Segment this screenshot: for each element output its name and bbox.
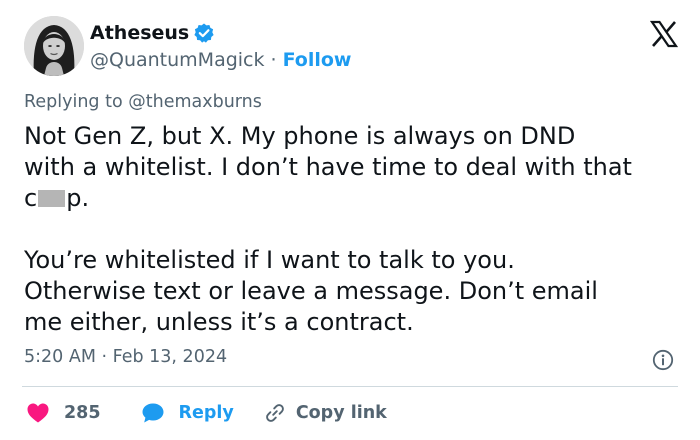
- tweet-line: me either, unless it’s a contract.: [24, 308, 414, 336]
- tweet-line: Otherwise text or leave a message. Don’t…: [24, 277, 598, 305]
- tweet-text: Not Gen Z, but X. My phone is always on …: [24, 121, 684, 338]
- censored-word-block: [38, 190, 66, 207]
- avatar-image: [24, 16, 84, 76]
- author-name-row: Atheseus: [90, 20, 215, 46]
- tweet-line: with a whitelist. I don’t have time to d…: [24, 153, 632, 181]
- tweet-line-start: c: [24, 184, 38, 212]
- like-count: 285: [64, 403, 101, 423]
- heart-icon: [26, 402, 50, 424]
- reply-context-prefix: Replying to: [24, 92, 123, 112]
- actions-divider: [22, 386, 678, 387]
- author-handle[interactable]: @QuantumMagick: [90, 49, 265, 71]
- copy-link-button[interactable]: Copy link: [264, 402, 387, 424]
- reply-button[interactable]: Reply: [141, 402, 234, 424]
- follow-button[interactable]: Follow: [283, 49, 352, 71]
- tweet-line: c p.: [24, 183, 684, 214]
- tweet-line: Not Gen Z, but X. My phone is always on …: [24, 122, 576, 150]
- verified-badge-icon: [193, 22, 215, 44]
- author-handle-row: @QuantumMagick · Follow: [90, 47, 351, 73]
- tweet-line-end: p.: [66, 184, 90, 212]
- reply-mention-link[interactable]: @themaxburns: [128, 92, 262, 112]
- reply-label: Reply: [178, 403, 234, 423]
- tweet-line: You’re whitelisted if I want to talk to …: [24, 246, 515, 274]
- link-icon: [264, 402, 286, 424]
- like-button[interactable]: 285: [26, 402, 101, 424]
- author-display-name[interactable]: Atheseus: [90, 22, 189, 44]
- reply-bubble-icon: [141, 402, 165, 424]
- handle-separator: ·: [270, 49, 277, 71]
- avatar[interactable]: [24, 16, 84, 76]
- info-icon[interactable]: [652, 349, 674, 371]
- reply-context: Replying to @themaxburns: [24, 92, 262, 112]
- action-bar: 285 Reply Copy link: [26, 400, 387, 426]
- x-logo-icon[interactable]: [648, 18, 680, 50]
- tweet-timestamp[interactable]: 5:20 AM · Feb 13, 2024: [24, 347, 227, 367]
- copy-link-label: Copy link: [295, 403, 387, 423]
